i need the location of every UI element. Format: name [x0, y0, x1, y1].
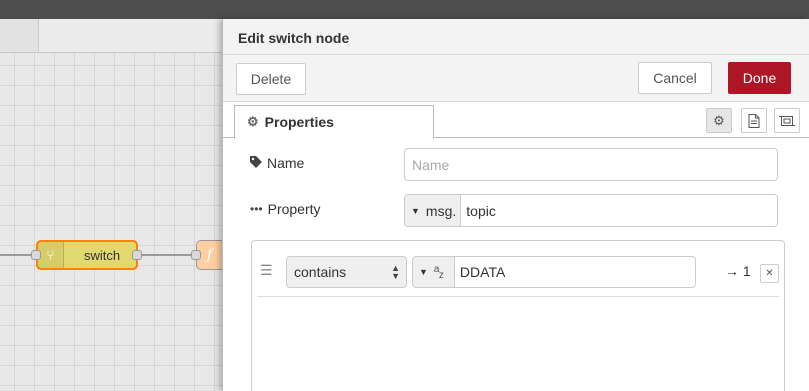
gear-icon: ⚙	[247, 114, 259, 129]
string-az-icon: az	[433, 264, 444, 281]
workspace-tab-bar	[39, 19, 222, 53]
ellipsis-icon: •••	[250, 202, 263, 216]
property-label-row: ••• Property	[250, 201, 321, 217]
property-type-label: msg.	[425, 202, 457, 219]
switch-output-port[interactable]	[132, 250, 142, 260]
top-header-bar	[0, 0, 809, 19]
done-button[interactable]: Done	[728, 62, 791, 94]
description-icon	[748, 113, 760, 128]
cancel-button[interactable]: Cancel	[638, 62, 712, 94]
tab-settings[interactable]: ⚙	[706, 108, 732, 133]
tray-toolbar: Delete Cancel Done	[223, 55, 809, 102]
switch-node-label: switch	[83, 247, 121, 263]
tag-icon	[250, 155, 262, 171]
rule-value-type-select[interactable]: ▼ az	[413, 257, 455, 287]
property-value[interactable]: topic	[461, 203, 496, 219]
tray-title: Edit switch node	[238, 30, 350, 46]
workspace-tab[interactable]	[0, 19, 39, 53]
delete-button[interactable]: Delete	[236, 63, 306, 95]
tab-properties[interactable]: ⚙ Properties	[234, 105, 434, 139]
tab-properties-label: Properties	[264, 114, 334, 130]
wire-out	[138, 254, 198, 256]
caret-down-icon: ▼	[411, 205, 420, 216]
name-label-row: Name	[250, 155, 304, 171]
rule-row: ☰ contains ▲ ▼ ▼ az DDATA → 1 ✕	[257, 251, 779, 297]
name-input[interactable]	[404, 148, 778, 181]
tab-description[interactable]	[741, 108, 767, 133]
appearance-icon	[779, 115, 795, 126]
property-type-select[interactable]: ▼ msg.	[405, 195, 462, 226]
name-label: Name	[267, 155, 305, 171]
caret-down-icon: ▼	[419, 267, 428, 277]
gear-icon: ⚙	[713, 112, 725, 128]
close-icon: ✕	[765, 268, 774, 279]
property-typed-input[interactable]: ▼ msg. topic	[404, 194, 778, 227]
tray-tabs: ⚙ Properties ⚙	[223, 103, 809, 139]
rule-operator-value: contains	[294, 264, 347, 280]
rule-operator-select[interactable]: contains ▲ ▼	[286, 256, 407, 288]
rule-value-input[interactable]: ▼ az DDATA	[412, 256, 696, 288]
switch-icon: ⑂	[38, 242, 64, 268]
switch-node[interactable]: ⑂ switch	[36, 240, 138, 270]
switch-input-port[interactable]	[31, 250, 41, 260]
rules-list: ☰ contains ▲ ▼ ▼ az DDATA → 1 ✕	[251, 240, 785, 391]
drag-handle-icon[interactable]: ☰	[260, 262, 273, 279]
select-arrows-icon: ▲ ▼	[391, 263, 400, 281]
rule-value[interactable]: DDATA	[455, 264, 505, 280]
flow-workspace[interactable]: ⑂ switch f	[0, 19, 222, 391]
remove-rule-button[interactable]: ✕	[760, 264, 779, 283]
function-icon: f	[206, 247, 213, 263]
property-label: Property	[267, 201, 321, 217]
tray-header: Edit switch node	[223, 19, 809, 55]
tab-appearance[interactable]	[774, 108, 800, 133]
rule-output-label: → 1	[725, 263, 751, 279]
function-input-port[interactable]	[191, 250, 201, 260]
edit-tray: Edit switch node Delete Cancel Done ⚙ Pr…	[222, 19, 809, 391]
